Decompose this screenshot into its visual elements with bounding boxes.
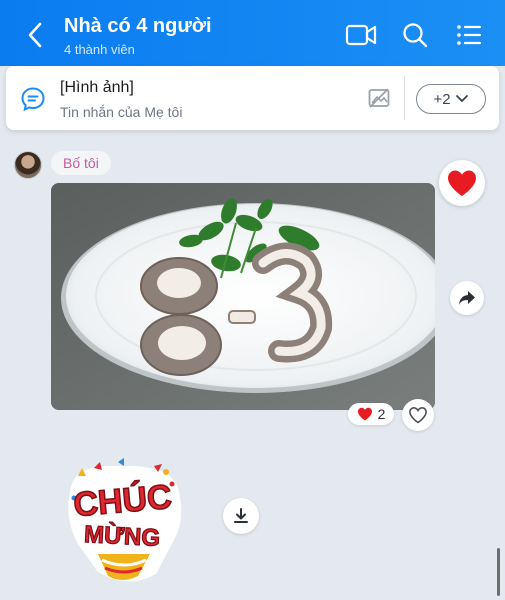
pinned-message-bar[interactable]: [Hình ảnh] Tin nhắn của Mẹ tôi +2 — [6, 66, 499, 130]
video-call-icon — [345, 24, 377, 46]
back-button[interactable] — [20, 20, 50, 50]
menu-button[interactable] — [453, 19, 485, 51]
download-button[interactable] — [223, 498, 259, 534]
sticker-image: CHÚC MỪNG — [68, 458, 182, 582]
more-pinned-count: +2 — [433, 90, 451, 108]
scrollbar[interactable] — [497, 548, 500, 596]
menu-list-icon — [457, 25, 482, 45]
image-off-icon — [368, 88, 390, 108]
sender-name[interactable]: Bố tôi — [51, 151, 111, 175]
react-heart-button[interactable] — [439, 160, 485, 206]
sticker-line2: MỪNG — [83, 520, 160, 552]
heart-outline-icon — [409, 406, 427, 424]
heart-icon — [357, 407, 372, 421]
video-call-button[interactable] — [345, 19, 377, 51]
reaction-summary[interactable]: 2 — [348, 403, 394, 425]
member-count[interactable]: 4 thành viên — [64, 42, 135, 57]
share-button[interactable] — [450, 281, 484, 315]
like-button[interactable] — [402, 399, 434, 431]
chevron-down-icon — [455, 95, 468, 103]
download-icon — [234, 508, 248, 523]
back-arrow-icon — [28, 22, 42, 48]
share-arrow-icon — [459, 291, 475, 305]
sender-avatar[interactable] — [14, 151, 42, 179]
pinned-title: [Hình ảnh] — [60, 79, 134, 96]
search-button[interactable] — [399, 19, 431, 51]
chat-bubble-icon — [21, 87, 45, 112]
heart-icon — [448, 170, 476, 196]
message-photo[interactable] — [51, 183, 435, 410]
chat-title[interactable]: Nhà có 4 người — [64, 15, 212, 38]
pinned-divider — [404, 76, 405, 120]
congrats-sticker[interactable]: CHÚC MỪNG — [58, 458, 188, 590]
more-pinned-button[interactable]: +2 — [416, 84, 486, 114]
photo-image — [51, 183, 435, 410]
search-icon — [403, 23, 428, 48]
pinned-subtitle: Tin nhắn của Mẹ tôi — [60, 104, 183, 120]
chat-header: Nhà có 4 người 4 thành viên — [0, 0, 505, 66]
reaction-count: 2 — [377, 406, 386, 422]
